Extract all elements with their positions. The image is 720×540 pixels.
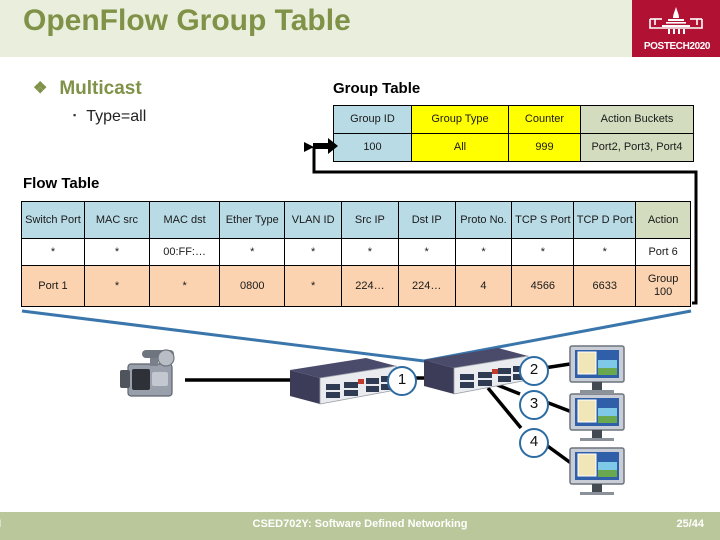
flow-table-title: Flow Table — [23, 175, 100, 192]
bullet-type-all: ▪ Type=all — [73, 108, 146, 126]
table-cell: * — [21, 238, 85, 266]
monitor-icon — [569, 447, 625, 495]
square-bullet-icon: ▪ — [73, 110, 77, 120]
postech-logo: POSTECH2020 — [632, 0, 720, 57]
column-header: MAC dst — [148, 201, 221, 239]
bullet-multicast: ❖ Multicast — [33, 78, 142, 100]
table-cell: * — [219, 238, 286, 266]
table-cell: 00:FF:… — [148, 238, 221, 266]
link-badge-2: 2 — [519, 356, 549, 386]
group-reference-arrow — [304, 138, 698, 305]
monitor-icon — [569, 345, 625, 393]
link-badge-1: 1 — [387, 366, 417, 396]
footer-page-number: 25/44 — [676, 518, 704, 530]
column-header: MAC src — [83, 201, 151, 239]
bullet-type-all-label: Type=all — [86, 108, 147, 125]
page-title: OpenFlow Group Table — [23, 4, 351, 37]
network-switch-2-icon — [424, 348, 529, 395]
network-switch-1-icon — [290, 358, 397, 405]
footer-center-text: CSED702Y: Software Defined Networking — [252, 518, 468, 530]
video-camera-icon — [120, 349, 175, 397]
network-topology-diagram — [120, 345, 625, 495]
link-badge-3: 3 — [519, 390, 549, 420]
column-header: Ether Type — [219, 201, 286, 239]
diamond-bullet-icon: ❖ — [33, 80, 48, 97]
slide-footer-bar: ECH CSED702Y: Software Defined Networkin… — [0, 512, 720, 540]
bullet-multicast-label: Multicast — [59, 78, 142, 99]
postech-building-icon — [649, 7, 703, 34]
group-table-title: Group Table — [333, 80, 421, 97]
link-badge-4: 4 — [519, 428, 549, 458]
column-header: Switch Port — [21, 201, 85, 239]
table-cell: * — [83, 238, 151, 266]
monitor-icon — [569, 393, 625, 441]
postech-logo-label: POSTECH2020 — [643, 41, 711, 52]
